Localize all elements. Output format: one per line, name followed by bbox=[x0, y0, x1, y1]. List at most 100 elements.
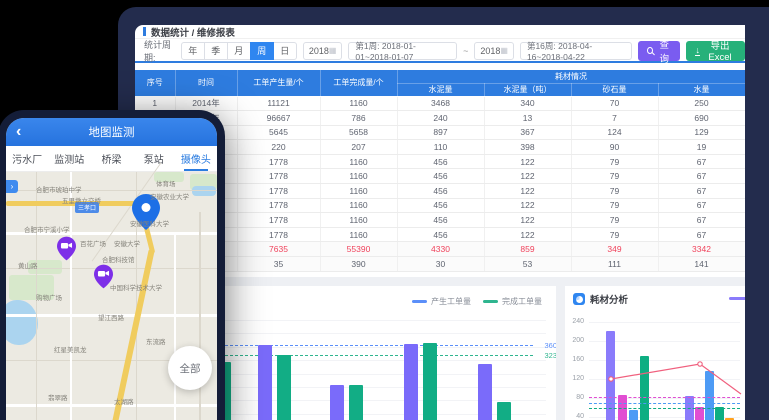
table-cell: 13 bbox=[484, 111, 571, 126]
map-label: 安徽农业大学 bbox=[150, 191, 189, 201]
table-cell: 122 bbox=[484, 154, 571, 169]
breadcrumb: 数据统计 / 维修报表 bbox=[135, 25, 745, 39]
col-time: 时间 bbox=[175, 70, 237, 96]
table-cell: 1160 bbox=[320, 213, 397, 228]
breadcrumb-accent-bar bbox=[143, 27, 146, 36]
table-row: 32016年56455658897367124129 bbox=[135, 125, 745, 140]
map-expander-button[interactable]: › bbox=[6, 180, 18, 193]
map-label: 安徽医科大学 bbox=[130, 218, 169, 228]
table-row: 102023年177811604561227967 bbox=[135, 227, 745, 242]
map-label: 体育场 bbox=[156, 178, 176, 188]
table-cell: 67 bbox=[658, 227, 745, 242]
table-cell: 67 bbox=[658, 184, 745, 199]
bar bbox=[349, 385, 363, 420]
query-button[interactable]: 查询 bbox=[638, 41, 680, 61]
show-all-button[interactable]: 全部 bbox=[168, 346, 212, 390]
col-group-consumables: 耗材情况 bbox=[397, 70, 745, 83]
table-cell: 786 bbox=[320, 111, 397, 126]
tab-bridge[interactable]: 桥梁 bbox=[90, 146, 132, 171]
table-cell: 141 bbox=[658, 257, 745, 272]
tab-camera[interactable]: 摄像头 bbox=[175, 146, 217, 171]
table-cell: 30 bbox=[397, 257, 484, 272]
map-road bbox=[70, 172, 72, 420]
map-label: 东流路 bbox=[146, 336, 166, 346]
table-cell: 456 bbox=[397, 198, 484, 213]
week-to-input[interactable]: 第16周: 2018-04-16~2018-04-22 bbox=[520, 42, 632, 60]
camera-pin-icon[interactable] bbox=[57, 236, 76, 261]
bar bbox=[497, 402, 511, 420]
table-cell: 250 bbox=[658, 96, 745, 111]
period-day-button[interactable]: 日 bbox=[273, 42, 297, 60]
table-cell: 5645 bbox=[237, 125, 320, 140]
export-excel-button[interactable]: ↓ 导出Excel bbox=[686, 41, 745, 61]
table-cell: 1778 bbox=[237, 154, 320, 169]
chevron-left-icon[interactable]: ‹ bbox=[16, 125, 21, 139]
tab-sewage-plant[interactable]: 污水厂 bbox=[6, 146, 48, 171]
map-label: 黄山路 bbox=[18, 260, 38, 270]
table-cell: 5658 bbox=[320, 125, 397, 140]
average-row: 平均值353903053111141 bbox=[135, 257, 745, 272]
bar bbox=[277, 355, 291, 420]
consumables-chart-panel: 耗材分析 2402001601208040 bbox=[565, 286, 745, 420]
table-cell: 111 bbox=[571, 257, 658, 272]
tab-pump-station[interactable]: 泵站 bbox=[133, 146, 175, 171]
right-chart-plot: 2402001601208040 bbox=[565, 286, 745, 420]
map-label: 合肥市琥珀中学 bbox=[36, 184, 82, 194]
map-canvas[interactable]: 三孝口 › 全部 合肥市琥珀中学体育场安徽农业大学 bbox=[6, 172, 217, 420]
year-to-value: 2018 bbox=[480, 46, 500, 56]
filter-bar: 统计周期: 年 季 月 周 日 2018 ▦ 第1周: 2018-01-01~2… bbox=[135, 40, 745, 63]
total-row: 合计76355539043308593493342 bbox=[135, 242, 745, 257]
period-week-button[interactable]: 周 bbox=[250, 42, 274, 60]
phone-title: 地图监测 bbox=[89, 124, 135, 140]
table-cell: 122 bbox=[484, 213, 571, 228]
table-cell: 79 bbox=[571, 169, 658, 184]
map-label: 购物广场 bbox=[36, 292, 62, 302]
table-row: 52018年177811604561227967 bbox=[135, 154, 745, 169]
table-cell: 122 bbox=[484, 169, 571, 184]
table-cell: 1778 bbox=[237, 198, 320, 213]
table-row: 22015年96667786240137690 bbox=[135, 111, 745, 126]
phone-screen: ‹ 地图监测 污水厂 监测站 桥梁 泵站 摄像头 bbox=[6, 118, 217, 420]
table-body: 12014年11121116034683407025022015年9666778… bbox=[135, 96, 745, 272]
table-cell: 456 bbox=[397, 227, 484, 242]
table-cell: 1778 bbox=[237, 227, 320, 242]
map-label: 五里墩立交桥 bbox=[62, 195, 101, 205]
table-row: 12014年111211160346834070250 bbox=[135, 96, 745, 111]
map-label: 望江西路 bbox=[98, 312, 124, 322]
bar bbox=[404, 344, 418, 420]
map-label: 合肥市宁溪小学 bbox=[24, 224, 70, 234]
table-cell: 367 bbox=[484, 125, 571, 140]
year-to-select[interactable]: 2018 ▦ bbox=[474, 42, 514, 60]
period-month-button[interactable]: 月 bbox=[227, 42, 251, 60]
col-created: 工单产生量/个 bbox=[237, 70, 320, 96]
col-index: 序号 bbox=[135, 70, 175, 96]
table-cell: 70 bbox=[571, 96, 658, 111]
table-cell: 122 bbox=[484, 184, 571, 199]
map-label: 红星美凯龙 bbox=[54, 344, 87, 354]
table-cell: 1160 bbox=[320, 198, 397, 213]
table-cell: 398 bbox=[484, 140, 571, 155]
table-cell: 67 bbox=[658, 154, 745, 169]
period-year-button[interactable]: 年 bbox=[181, 42, 205, 60]
table-cell: 3342 bbox=[658, 242, 745, 257]
table-cell: 67 bbox=[658, 169, 745, 184]
table-cell: 110 bbox=[397, 140, 484, 155]
map-road bbox=[6, 404, 217, 407]
calendar-icon: ▦ bbox=[500, 46, 508, 55]
year-from-select[interactable]: 2018 ▦ bbox=[303, 42, 343, 60]
bar bbox=[258, 345, 272, 420]
page: 数据统计 / 维修报表 统计周期: 年 季 月 周 日 2018 ▦ 第1周: … bbox=[0, 0, 769, 420]
period-label: 统计周期: bbox=[144, 38, 175, 64]
table-cell: 690 bbox=[658, 111, 745, 126]
year-from-value: 2018 bbox=[309, 46, 329, 56]
charts-section: 产生工单量 完成工单量 360323 耗材分析 2402001601208040 bbox=[135, 277, 745, 420]
tab-monitor-station[interactable]: 监测站 bbox=[48, 146, 90, 171]
map-road bbox=[199, 212, 201, 420]
period-quarter-button[interactable]: 季 bbox=[204, 42, 228, 60]
map-label: 中国科学技术大学 bbox=[110, 282, 162, 292]
table-cell: 1778 bbox=[237, 184, 320, 199]
table-cell: 2014年 bbox=[175, 96, 237, 111]
table-cell: 7635 bbox=[237, 242, 320, 257]
week-from-input[interactable]: 第1周: 2018-01-01~2018-01-07 bbox=[348, 42, 457, 60]
bar bbox=[330, 385, 344, 420]
